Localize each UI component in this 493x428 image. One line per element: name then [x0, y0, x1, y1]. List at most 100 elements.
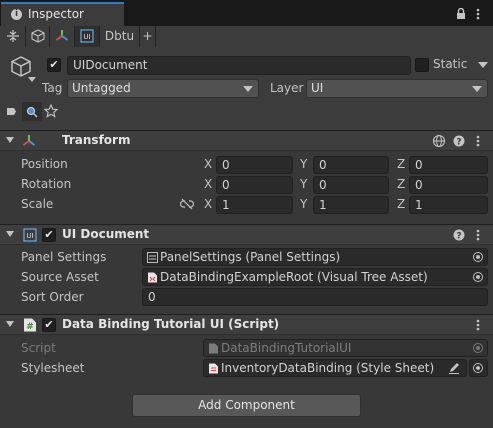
rotation-x-field[interactable]: 0 — [216, 176, 293, 194]
foldout-arrow-icon[interactable] — [6, 231, 14, 237]
script-label: Script — [21, 341, 56, 355]
static-dropdown-icon[interactable] — [478, 62, 488, 68]
script-component-header[interactable]: # ✔ Data Binding Tutorial UI (Script) — [0, 314, 493, 335]
context-menu-icon[interactable] — [476, 319, 480, 331]
lock-icon[interactable] — [456, 8, 466, 20]
tag-label: Tag — [42, 81, 63, 95]
script-field: DataBindingTutorialUI — [203, 339, 488, 357]
source-asset-field[interactable]: DataBindingExampleRoot (Visual Tree Asse… — [142, 268, 488, 286]
gameobject-cube-icon — [11, 56, 31, 77]
foldout-arrow-icon[interactable] — [6, 321, 14, 327]
context-menu-icon[interactable] — [476, 229, 480, 241]
rotation-y-field[interactable]: 0 — [313, 176, 389, 194]
label-icon[interactable] — [6, 106, 17, 117]
icon-selector-button[interactable] — [22, 102, 42, 121]
ui-document-component-header[interactable]: UI ✔ UI Document ? — [0, 224, 493, 245]
scale-z-label: Z — [397, 197, 406, 211]
panel-settings-asset-icon — [147, 252, 158, 263]
position-z-label: Z — [397, 157, 406, 171]
transform-body: Position X 0 Y 0 Z 0 Rotation X 0 Y 0 Z … — [0, 151, 493, 224]
stylesheet-label: Stylesheet — [21, 361, 85, 375]
stylesheet-picker-button[interactable] — [469, 359, 488, 377]
sort-order-field[interactable]: 0 — [142, 288, 488, 306]
position-z-field[interactable]: 0 — [409, 156, 488, 174]
script-enabled-checkbox[interactable]: ✔ — [42, 318, 56, 332]
help-icon[interactable]: ? — [453, 229, 465, 241]
sort-order-label: Sort Order — [21, 290, 84, 304]
tag-dropdown[interactable]: Untagged — [67, 79, 259, 98]
position-label: Position — [21, 157, 68, 171]
ui-document-icon: UI — [23, 228, 37, 242]
collapse-icon — [6, 30, 19, 42]
transform-component-header[interactable]: Transform ? — [0, 130, 493, 151]
panel-settings-field[interactable]: PanelSettings (Panel Settings) — [142, 248, 488, 266]
pencil-icon[interactable] — [448, 362, 460, 374]
cube-icon — [30, 29, 45, 43]
stylesheet-value: InventoryDataBinding (Style Sheet) — [221, 361, 435, 375]
info-icon: i — [11, 9, 22, 20]
transform-axes-icon — [55, 30, 69, 41]
script-component-body: Script DataBindingTutorialUI Stylesheet … — [0, 335, 493, 383]
csharp-file-icon — [209, 343, 218, 354]
window-tab-bar: i Inspector — [0, 0, 493, 27]
transform-title: Transform — [62, 133, 131, 147]
add-component-button[interactable]: Add Component — [132, 394, 361, 417]
tag-value: Untagged — [72, 81, 131, 95]
object-picker-icon[interactable] — [473, 252, 483, 262]
transform-tab-button[interactable] — [50, 26, 75, 47]
ui-document-icon: UI — [80, 29, 94, 43]
scale-label: Scale — [21, 197, 54, 211]
static-checkbox[interactable] — [415, 58, 429, 72]
collapse-all-button[interactable] — [0, 26, 26, 47]
scale-z-field[interactable]: 1 — [409, 196, 488, 214]
layer-value: UI — [311, 81, 324, 95]
source-asset-label: Source Asset — [21, 270, 99, 284]
static-label: Static — [433, 57, 468, 71]
more-options-icon[interactable] — [476, 8, 480, 20]
script-value: DataBindingTutorialUI — [221, 341, 352, 355]
tab-inspector[interactable]: i Inspector — [1, 2, 124, 26]
scale-y-label: Y — [300, 197, 308, 211]
object-picker-icon[interactable] — [473, 272, 483, 282]
transform-axes-icon — [22, 135, 36, 146]
foldout-arrow-icon[interactable] — [6, 137, 14, 143]
panel-settings-value: PanelSettings (Panel Settings) — [160, 250, 341, 264]
scale-x-field[interactable]: 1 — [216, 196, 293, 214]
source-asset-value: DataBindingExampleRoot (Visual Tree Asse… — [160, 270, 428, 284]
position-x-label: X — [204, 157, 213, 171]
position-y-field[interactable]: 0 — [313, 156, 389, 174]
help-icon[interactable]: ? — [453, 135, 465, 147]
uidocument-tab-button[interactable]: UI — [75, 26, 100, 47]
position-y-label: Y — [300, 157, 308, 171]
unlink-icon[interactable] — [180, 198, 194, 210]
gameobject-tab-button[interactable] — [26, 26, 50, 47]
tab-inspector-label: Inspector — [28, 7, 84, 21]
position-x-field[interactable]: 0 — [216, 156, 293, 174]
rotation-y-label: Y — [300, 177, 308, 191]
script-component-title: Data Binding Tutorial UI (Script) — [62, 317, 280, 331]
gameobject-name-input[interactable]: UIDocument — [67, 56, 411, 75]
rotation-x-label: X — [204, 177, 213, 191]
uxml-file-icon — [148, 272, 157, 283]
rotation-z-field[interactable]: 0 — [409, 176, 488, 194]
icon-dropdown-arrow-icon[interactable] — [28, 77, 36, 82]
context-menu-icon[interactable] — [476, 135, 480, 147]
add-tab-button[interactable]: + — [140, 26, 156, 47]
svg-text:?: ? — [456, 138, 461, 148]
globe-icon[interactable] — [432, 134, 446, 148]
ui-document-body: Panel Settings PanelSettings (Panel Sett… — [0, 245, 493, 314]
rotation-z-label: Z — [397, 177, 406, 191]
chevron-down-icon — [243, 86, 253, 92]
active-checkbox[interactable]: ✔ — [47, 58, 61, 72]
scale-x-label: X — [204, 197, 213, 211]
ui-document-enabled-checkbox[interactable]: ✔ — [42, 228, 56, 242]
object-picker-icon[interactable] — [473, 363, 483, 373]
dbtu-tab-button[interactable]: Dbtu — [100, 26, 140, 47]
uss-file-icon — [209, 363, 218, 374]
layer-label: Layer — [270, 81, 304, 95]
rotation-label: Rotation — [21, 177, 72, 191]
stylesheet-field[interactable]: InventoryDataBinding (Style Sheet) — [203, 359, 467, 377]
scale-y-field[interactable]: 1 — [313, 196, 389, 214]
star-icon[interactable] — [44, 104, 58, 118]
layer-dropdown[interactable]: UI — [306, 79, 488, 98]
